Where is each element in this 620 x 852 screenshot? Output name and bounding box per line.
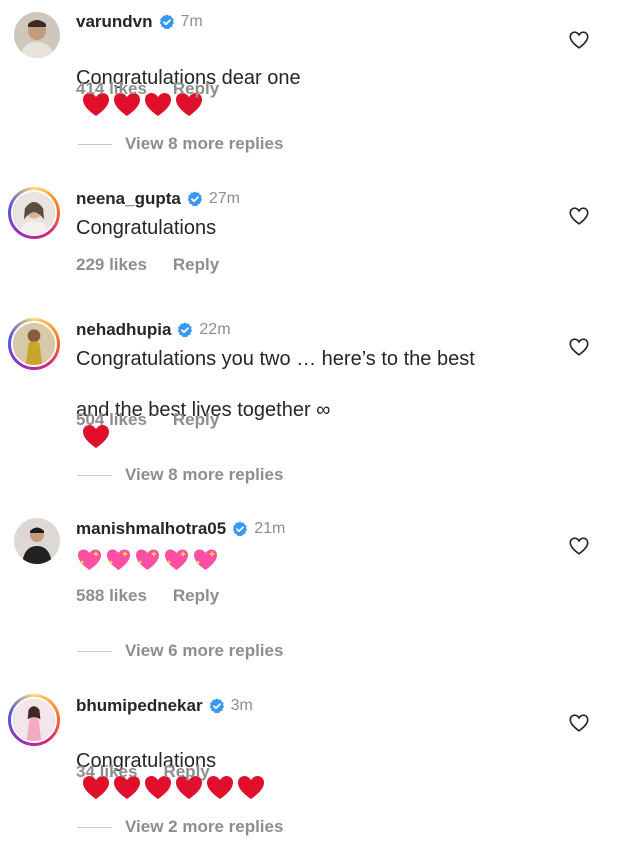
heart-outline-icon[interactable] — [568, 336, 590, 358]
view-more-label: View 6 more replies — [125, 641, 284, 660]
avatar[interactable] — [8, 187, 60, 239]
comment-text-line-1: Congratulations you two … here’s to the … — [76, 348, 475, 370]
heart-outline-icon[interactable] — [568, 29, 590, 51]
red-heart-emoji-icon — [207, 775, 233, 799]
reply-button[interactable]: Reply — [173, 586, 219, 606]
view-more-replies[interactable]: View 2 more replies — [78, 817, 283, 837]
verified-badge-icon — [209, 698, 224, 714]
username[interactable]: nehadhupia — [76, 320, 171, 340]
avatar[interactable] — [14, 518, 60, 564]
sparkling-heart-emoji-icon — [165, 549, 188, 570]
username[interactable]: manishmalhotra05 — [76, 519, 226, 539]
heart-outline-icon[interactable] — [568, 205, 590, 227]
timestamp: 22m — [199, 321, 231, 338]
view-more-label: View 8 more replies — [125, 465, 284, 484]
view-more-replies[interactable]: View 6 more replies — [78, 641, 283, 661]
likes-count[interactable]: 414 likes — [76, 79, 147, 99]
divider-line — [78, 474, 112, 476]
verified-badge-icon — [187, 191, 202, 207]
view-more-label: View 8 more replies — [125, 134, 284, 153]
avatar[interactable] — [14, 12, 60, 58]
view-more-replies[interactable]: View 8 more replies — [78, 465, 283, 485]
likes-count[interactable]: 504 likes — [76, 410, 147, 430]
avatar[interactable] — [8, 694, 60, 746]
reply-button[interactable]: Reply — [173, 255, 219, 275]
divider-line — [78, 143, 112, 145]
likes-count[interactable]: 229 likes — [76, 255, 147, 275]
comment-varundvn: varundvn 7m Congratulations dear one 414… — [0, 0, 620, 170]
view-more-replies[interactable]: View 8 more replies — [78, 134, 283, 154]
reply-button[interactable]: Reply — [173, 410, 219, 430]
verified-badge-icon — [233, 521, 248, 537]
comment-neena-gupta: neena_gupta 27m Congratulations 229 like… — [0, 185, 620, 295]
heart-outline-icon[interactable] — [568, 535, 590, 557]
sparkling-heart-emoji-icon — [194, 549, 217, 570]
sparkling-heart-emoji-icon — [107, 549, 130, 570]
reply-button[interactable]: Reply — [163, 762, 209, 782]
comment-text: Congratulations — [76, 217, 217, 239]
likes-count[interactable]: 588 likes — [76, 586, 147, 606]
heart-outline-icon[interactable] — [568, 712, 590, 734]
sparkling-heart-emoji-icon — [136, 549, 159, 570]
sparkling-heart-emoji-icon — [78, 549, 101, 570]
likes-count[interactable]: 34 likes — [76, 762, 137, 782]
timestamp: 27m — [208, 190, 240, 207]
avatar[interactable] — [8, 318, 60, 370]
comment-nehadhupia: nehadhupia 22m Congratulations you two …… — [0, 316, 620, 491]
comment-manishmalhotra05: manishmalhotra05 21m 588 likes Reply Vie… — [0, 515, 620, 675]
divider-line — [78, 826, 112, 828]
view-more-label: View 2 more replies — [125, 817, 284, 836]
verified-badge-icon — [159, 14, 174, 30]
username[interactable]: bhumipednekar — [76, 696, 203, 716]
username[interactable]: neena_gupta — [76, 189, 181, 209]
timestamp: 7m — [180, 13, 203, 30]
reply-button[interactable]: Reply — [173, 79, 219, 99]
red-heart-emoji-icon — [238, 775, 264, 799]
verified-badge-icon — [178, 322, 193, 338]
timestamp: 3m — [230, 697, 253, 714]
username[interactable]: varundvn — [76, 12, 153, 32]
sparkling-heart-emoji-group — [76, 547, 546, 573]
comment-bhumipednekar: bhumipednekar 3m Congratulations 34 like… — [0, 692, 620, 852]
timestamp: 21m — [254, 520, 286, 537]
divider-line — [78, 650, 112, 652]
